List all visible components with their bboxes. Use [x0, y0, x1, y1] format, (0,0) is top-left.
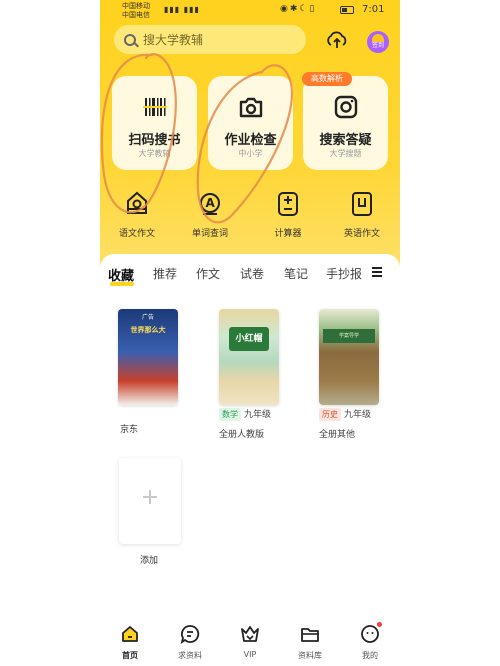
tab-essay[interactable]: 作文	[196, 265, 220, 282]
status-bar: 中国移动 中国电信 ▮▮▮ ▮▮▮ ◉✱☾▯ 7:01	[100, 0, 400, 22]
subject-chip: 数学	[219, 408, 241, 421]
grade-label: 九年级	[344, 410, 372, 420]
book-cover-title: 世界那么大	[130, 326, 166, 334]
svg-text:A: A	[206, 196, 216, 210]
nav-vip[interactable]: VIP	[225, 624, 275, 659]
book-cover-math[interactable]: 小红帽	[219, 309, 279, 405]
word-lookup-icon: A	[200, 193, 220, 215]
tool-chinese-essay[interactable]: 语文作文	[107, 190, 167, 239]
nav-label: 首页	[122, 651, 138, 660]
upload-icon[interactable]	[326, 30, 348, 50]
mascot-icon	[372, 34, 384, 42]
battery-icon	[340, 6, 354, 14]
card-subtitle: 大学搜题	[329, 149, 362, 158]
subject-chip: 历史	[319, 408, 341, 421]
grade-label: 九年级	[244, 410, 272, 420]
nav-label: 求资料	[178, 651, 202, 660]
search-placeholder: 搜大学教辅	[143, 33, 204, 47]
book-desc: 全册其他	[319, 430, 356, 440]
bottom-nav: 首页 求资料 VIP 资料库 我的	[100, 612, 400, 666]
book-cover-title: 学案导学	[323, 329, 375, 343]
nav-label: 资料库	[298, 651, 322, 660]
card-subtitle: 中小学	[238, 149, 263, 158]
nav-library[interactable]: 资料库	[285, 624, 335, 661]
book-meta: 历史 九年级	[319, 407, 371, 421]
calculator-icon	[278, 192, 298, 216]
camera-icon	[239, 97, 263, 118]
card-search-answer[interactable]: 搜索答疑 大学搜题	[303, 76, 388, 170]
card-title: 作业检查	[224, 133, 277, 148]
book-cover-title: 小红帽	[229, 327, 269, 351]
folder-icon	[301, 628, 319, 642]
nav-request[interactable]: 求资料	[165, 624, 215, 661]
add-label: 添加	[140, 556, 159, 566]
sign-in-button[interactable]: 签到	[367, 31, 389, 53]
add-book-button[interactable]	[119, 458, 181, 544]
card-homework-check[interactable]: 作业检查 中小学	[208, 76, 293, 170]
book-desc: 全册人教版	[219, 430, 265, 440]
carrier-1: 中国移动	[122, 2, 150, 10]
plus-icon	[143, 490, 157, 504]
book-label: 京东	[120, 425, 139, 435]
tab-exam[interactable]: 试卷	[240, 265, 264, 282]
card-scan-book[interactable]: 扫码搜书 大学教辅	[112, 76, 197, 170]
nav-label: 我的	[362, 651, 378, 660]
tab-favorites[interactable]: 收藏	[108, 265, 134, 284]
tool-word-lookup[interactable]: A 单词查词	[180, 190, 240, 239]
carrier-2: 中国电信	[122, 11, 150, 19]
chinese-essay-icon	[127, 191, 147, 214]
carrier-labels: 中国移动 中国电信	[122, 2, 150, 20]
tool-label: 英语作文	[343, 229, 380, 239]
tab-notes[interactable]: 笔记	[284, 265, 308, 282]
crown-icon	[241, 626, 259, 642]
notification-dot	[377, 622, 382, 627]
chat-icon	[180, 625, 200, 644]
card-title: 扫码搜书	[128, 133, 181, 148]
tab-recommend[interactable]: 推荐	[153, 265, 177, 282]
profile-icon	[361, 625, 379, 643]
phone-screen: 中国移动 中国电信 ▮▮▮ ▮▮▮ ◉✱☾▯ 7:01 搜大学教辅 签到 扫码搜…	[100, 0, 400, 666]
tool-label: 语文作文	[118, 229, 155, 239]
tool-calculator[interactable]: 计算器	[258, 190, 318, 239]
tool-english-essay[interactable]: 英语作文	[332, 190, 392, 239]
status-icons: ◉✱☾▯	[280, 4, 317, 14]
book-cover-history[interactable]: 学案导学	[319, 309, 379, 405]
english-essay-icon	[352, 192, 372, 216]
search-icon	[124, 33, 136, 46]
book-cover-jd[interactable]: 广告 世界那么大	[118, 309, 178, 405]
sign-in-label: 签到	[371, 42, 384, 49]
tab-handbill[interactable]: 手抄报	[326, 265, 362, 282]
math-analysis-badge: 高数解析	[302, 72, 352, 86]
home-icon	[122, 626, 138, 642]
status-time: 7:01	[362, 4, 385, 15]
card-title: 搜索答疑	[319, 133, 372, 148]
ad-badge: 广告	[142, 314, 155, 321]
nav-label: VIP	[243, 650, 257, 659]
camera-square-icon	[334, 95, 358, 119]
book-meta: 数学 九年级	[219, 407, 271, 421]
tool-label: 计算器	[274, 229, 302, 239]
search-input[interactable]: 搜大学教辅	[114, 25, 306, 54]
nav-mine[interactable]: 我的	[345, 622, 395, 661]
tool-label: 单词查词	[191, 229, 228, 239]
signal-icon: ▮▮▮ ▮▮▮	[164, 5, 200, 14]
nav-home[interactable]: 首页	[105, 624, 155, 661]
barcode-icon	[143, 98, 167, 116]
menu-icon[interactable]	[372, 267, 382, 277]
card-subtitle: 大学教辅	[138, 149, 171, 158]
